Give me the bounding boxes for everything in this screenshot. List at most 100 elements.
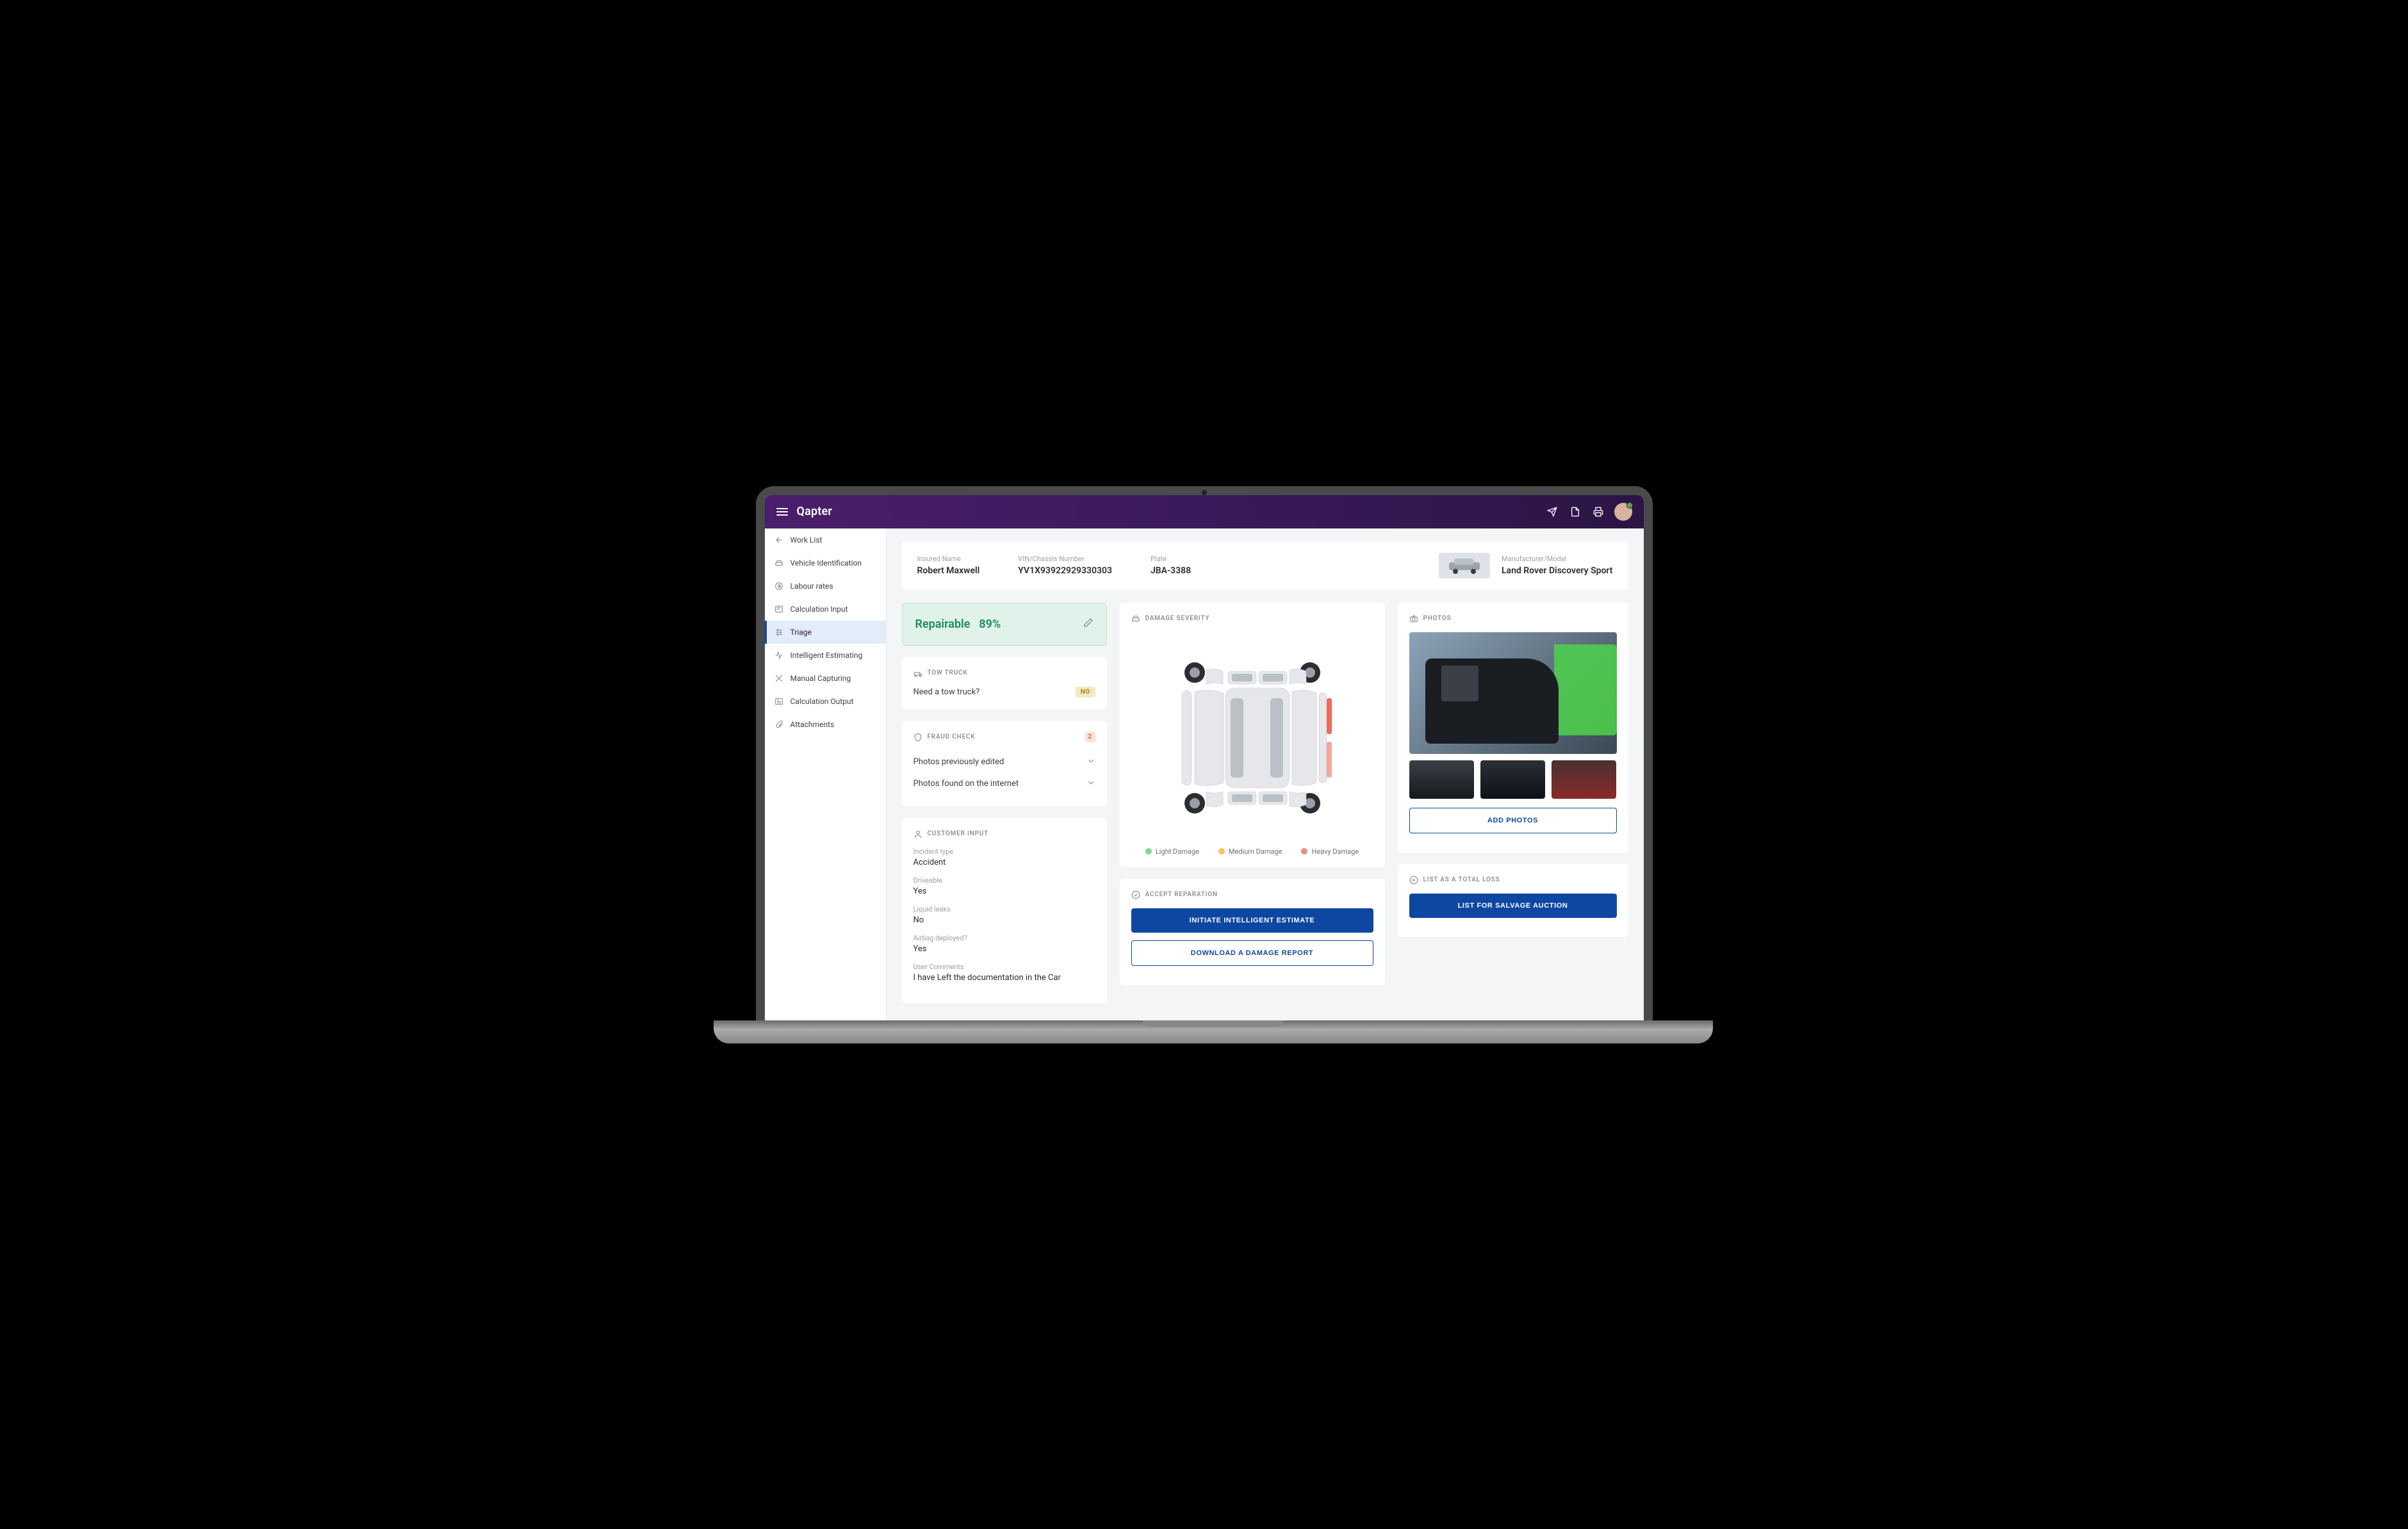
output-icon	[774, 696, 784, 707]
person-icon	[913, 830, 922, 838]
plate-block: Plate JBA-3388	[1151, 555, 1191, 576]
tow-question: Need a tow truck?	[913, 687, 980, 697]
add-photos-button[interactable]: ADD PHOTOS	[1409, 808, 1617, 833]
legend-light: Light Damage	[1156, 847, 1199, 856]
input-icon	[774, 604, 784, 614]
sidebar-item-label: Calculation Input	[790, 605, 848, 614]
sidebar-item-manual-capturing[interactable]: Manual Capturing	[765, 667, 886, 690]
insured-block: Insured Name Robert Maxwell	[917, 555, 980, 576]
customer-input-card: CUSTOMER INPUT Incident type Accident Dri…	[902, 818, 1107, 1003]
sidebar-item-label: Intelligent Estimating	[790, 651, 863, 660]
damage-diagram[interactable]	[1131, 632, 1373, 844]
customer-field: DriveableYes	[913, 876, 1095, 896]
status-label: Repairable	[915, 617, 971, 631]
tow-answer-pill[interactable]: NO	[1076, 687, 1095, 698]
fraud-check-card: FRAUD CHECK 2 Photos previously edited P…	[902, 721, 1107, 806]
ci-value: Accident	[913, 858, 1095, 867]
status-percentage: 89%	[979, 617, 1001, 631]
ci-value: I have Left the documentation in the Car	[913, 973, 1095, 983]
ci-label: Incident type	[913, 847, 1095, 856]
model-block: Manufacturer/Model Land Rover Discovery …	[1502, 555, 1613, 576]
fraud-row[interactable]: Photos found on the internet	[913, 773, 1095, 795]
ci-value: Yes	[913, 944, 1095, 954]
photo-thumb[interactable]	[1409, 760, 1474, 799]
sidebar: Work List Vehicle Identification Labour …	[765, 528, 887, 1020]
capture-icon	[774, 673, 784, 683]
sidebar-item-vehicle-identification[interactable]: Vehicle Identification	[765, 552, 886, 575]
laptop-camera	[1202, 490, 1207, 495]
customer-field: Incident type Accident	[913, 847, 1095, 867]
legend-heavy: Heavy Damage	[1311, 847, 1359, 856]
insured-label: Insured Name	[917, 555, 980, 563]
avatar[interactable]	[1614, 503, 1632, 521]
car-icon	[774, 558, 784, 568]
damage-legend: Light Damage Medium Damage Heavy Damage	[1131, 847, 1373, 856]
send-icon[interactable]	[1543, 502, 1562, 521]
customer-field: User Comments I have Left the documentati…	[913, 963, 1095, 983]
fraud-row-label: Photos found on the internet	[913, 779, 1019, 789]
tow-icon	[913, 669, 922, 678]
sidebar-item-label: Vehicle Identification	[790, 559, 862, 568]
checkmark-icon	[1131, 890, 1140, 899]
tow-truck-card: TOW TRUCK Need a tow truck? NO	[902, 657, 1107, 709]
fraud-row[interactable]: Photos previously edited	[913, 751, 1095, 773]
model-value: Land Rover Discovery Sport	[1502, 566, 1613, 576]
customer-header: CUSTOMER INPUT	[928, 830, 989, 837]
sidebar-back-label: Work List	[790, 536, 823, 544]
vehicle-thumbnail	[1439, 553, 1490, 578]
initiate-estimate-button[interactable]: INITIATE INTELLIGENT ESTIMATE	[1131, 908, 1373, 933]
model-label: Manufacturer/Model	[1502, 555, 1613, 563]
customer-field: Liquid leaks No	[913, 905, 1095, 925]
sidebar-item-intelligent-estimating[interactable]: Intelligent Estimating	[765, 644, 886, 667]
menu-icon[interactable]	[776, 508, 788, 516]
ci-value: Yes	[913, 887, 1095, 896]
fraud-row-label: Photos previously edited	[913, 757, 1004, 767]
total-loss-header: LIST AS A TOTAL LOSS	[1423, 876, 1500, 883]
vin-value: YV1X93922929330303	[1018, 566, 1112, 576]
legend-medium: Medium Damage	[1229, 847, 1282, 856]
sidebar-item-label: Attachments	[790, 720, 835, 729]
sidebar-item-calculation-output[interactable]: Calculation Output	[765, 690, 886, 713]
photo-main[interactable]	[1409, 632, 1617, 754]
ci-label: Liquid leaks	[913, 905, 1095, 913]
damage-header: DAMAGE SEVERITY	[1145, 615, 1210, 622]
main-content: Insured Name Robert Maxwell VIN/Chassis …	[887, 528, 1644, 1020]
fraud-count-badge: 2	[1085, 732, 1095, 742]
sidebar-back[interactable]: Work List	[765, 528, 886, 552]
print-icon[interactable]	[1589, 502, 1608, 521]
accept-header: ACCEPT REPARATION	[1145, 891, 1218, 898]
photo-thumb[interactable]	[1552, 760, 1616, 799]
customer-field: Airbag deployed?Yes	[913, 934, 1095, 954]
brand-logo: Qapter	[797, 505, 833, 518]
edit-icon[interactable]	[1083, 617, 1093, 630]
repair-status-card: Repairable 89%	[902, 603, 1107, 646]
photos-card: PHOTOS ADD PHOTOS	[1398, 603, 1628, 853]
sidebar-item-label: Calculation Output	[790, 697, 854, 706]
light-dot-icon	[1145, 848, 1152, 854]
triage-icon	[774, 627, 784, 637]
vehicle-header-card: Insured Name Robert Maxwell VIN/Chassis …	[902, 541, 1628, 590]
x-circle-icon	[1409, 876, 1418, 885]
salvage-auction-button[interactable]: LIST FOR SALVAGE AUCTION	[1409, 894, 1617, 918]
currency-icon	[774, 581, 784, 591]
sidebar-item-triage[interactable]: Triage	[765, 621, 886, 644]
plate-value: JBA-3388	[1151, 566, 1191, 576]
sidebar-item-calculation-input[interactable]: Calculation Input	[765, 598, 886, 621]
heavy-dot-icon	[1301, 848, 1307, 854]
camera-icon	[1409, 614, 1418, 623]
estimate-icon	[774, 650, 784, 660]
download-report-button[interactable]: DOWNLOAD A DAMAGE REPORT	[1131, 940, 1373, 966]
fraud-header: FRAUD CHECK	[928, 733, 976, 740]
top-bar: Qapter	[765, 495, 1644, 528]
sidebar-item-labour-rates[interactable]: Labour rates	[765, 575, 886, 598]
tow-header: TOW TRUCK	[928, 669, 968, 676]
sidebar-item-attachments[interactable]: Attachments	[765, 713, 886, 736]
document-icon[interactable]	[1566, 502, 1585, 521]
arrow-left-icon	[774, 535, 784, 545]
ci-value: No	[913, 915, 1095, 925]
ci-label: User Comments	[913, 963, 1095, 971]
vin-label: VIN/Chassis Number	[1018, 555, 1112, 563]
chevron-down-icon	[1086, 756, 1095, 768]
photo-thumb[interactable]	[1480, 760, 1545, 799]
plate-label: Plate	[1151, 555, 1191, 563]
